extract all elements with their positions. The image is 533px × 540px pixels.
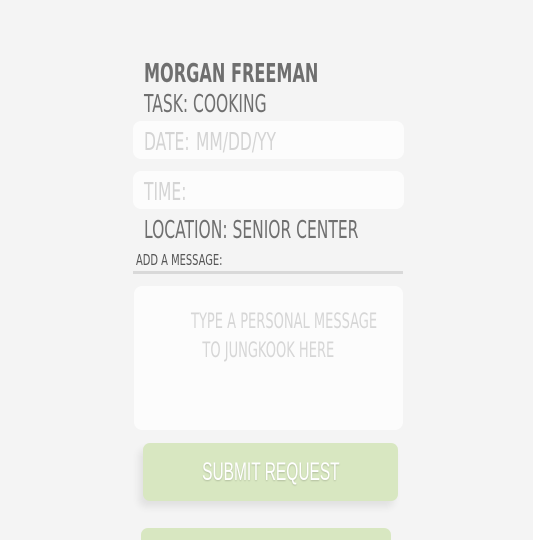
volunteer-name: MORGAN FREEMAN	[144, 59, 319, 89]
time-label: TIME:	[144, 177, 187, 206]
time-field[interactable]: TIME:	[133, 171, 404, 209]
secondary-button-partial[interactable]	[141, 528, 391, 540]
location-label: LOCATION: SENIOR CENTER	[144, 215, 359, 244]
date-label: DATE:	[144, 127, 190, 156]
task-label: TASK: COOKING	[144, 89, 267, 118]
date-field[interactable]: DATE: MM/DD/YY	[133, 121, 404, 159]
message-divider	[133, 271, 403, 274]
message-label: ADD A MESSAGE:	[136, 251, 223, 269]
message-placeholder-line1: TYPE A PERSONAL MESSAGE	[191, 309, 378, 333]
submit-request-label: SUBMIT REQUEST	[201, 458, 340, 486]
date-placeholder: MM/DD/YY	[196, 127, 276, 156]
message-placeholder-line2: TO JUNGKOOK HERE	[202, 338, 335, 362]
request-form: MORGAN FREEMAN TASK: COOKING DATE: MM/DD…	[0, 0, 533, 540]
submit-request-button[interactable]: SUBMIT REQUEST	[143, 443, 398, 501]
